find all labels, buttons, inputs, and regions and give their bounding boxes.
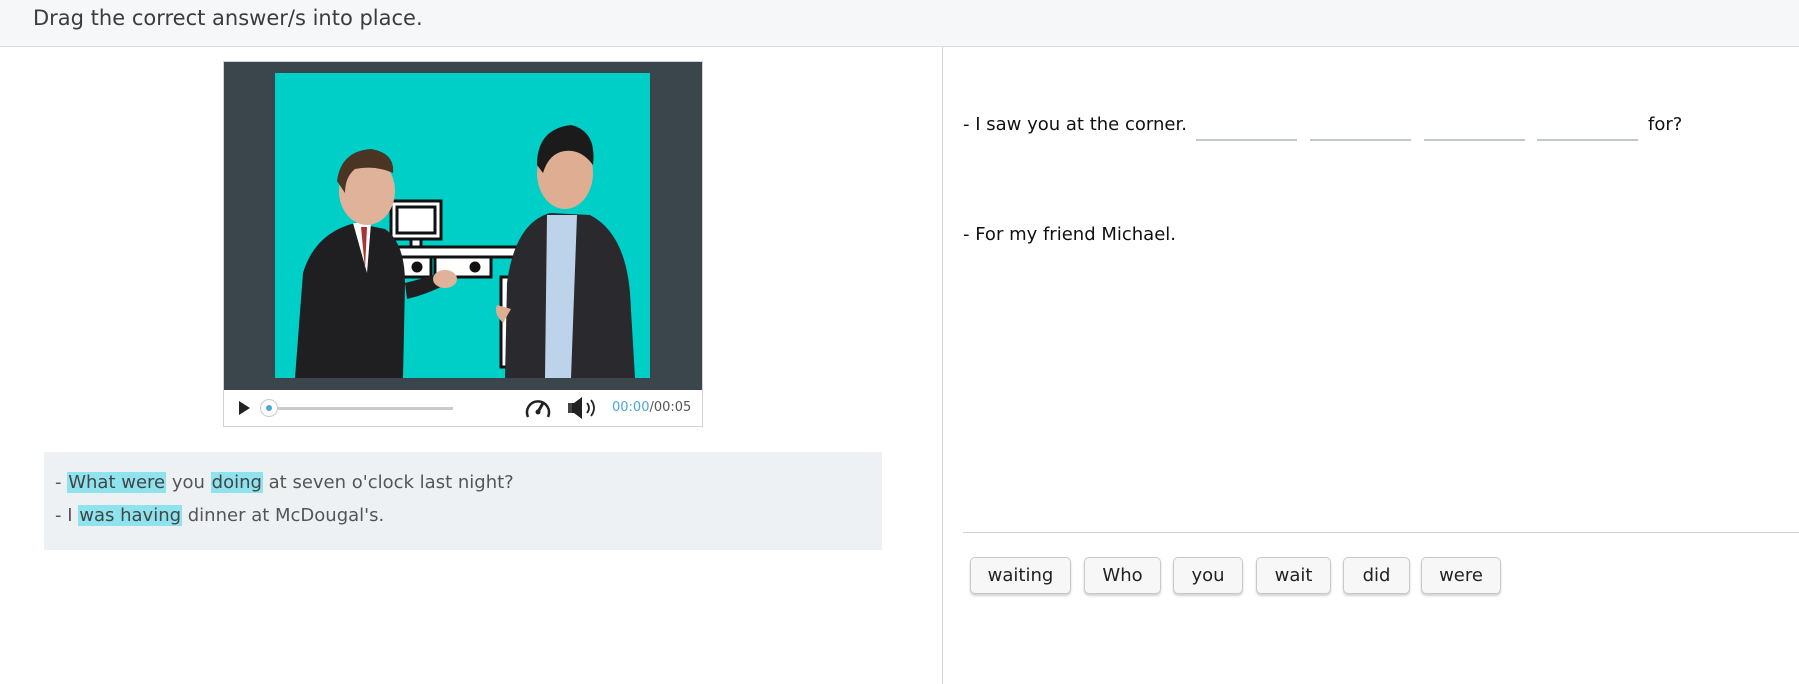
word-chip-you[interactable]: you [1173,557,1243,594]
drop-blank-1[interactable] [1196,110,1297,140]
highlight-what-were: What were [67,472,167,493]
speed-icon [525,400,551,418]
video-still-image [295,125,635,378]
volume-icon [568,397,595,419]
man-right [495,125,635,378]
question-line-1-suffix: for? [1648,114,1683,135]
highlight-was-having: was having [78,505,183,526]
drop-blank-4[interactable] [1537,110,1638,140]
transcript-line-1: - What were you doing at seven o'clock l… [55,472,514,493]
drop-blank-2[interactable] [1310,110,1411,140]
man-left [295,149,457,378]
transcript-box: - What were you doing at seven o'clock l… [44,452,882,550]
word-chip-wait[interactable]: wait [1256,557,1331,594]
time-duration: 00:05 [653,400,692,415]
highlight-doing: doing [210,472,263,493]
drop-blank-1-underline [1196,139,1297,141]
volume-button[interactable] [566,395,598,421]
panel-divider [942,47,943,684]
video-screen[interactable] [224,62,702,390]
word-chip-were[interactable]: were [1421,557,1501,594]
word-chip-did[interactable]: did [1343,557,1410,594]
instruction-text: Drag the correct answer/s into place. [33,6,423,30]
line-prefix: - [55,472,68,493]
video-player: 00:00/00:05 [223,61,703,427]
play-button[interactable] [235,399,253,417]
progress-track[interactable] [264,407,453,410]
time-current: 00:00 [612,400,650,415]
line-text: at seven o'clock last night? [262,472,514,493]
line-text: dinner at McDougal's. [182,505,385,526]
word-chip-waiting[interactable]: waiting [970,557,1071,594]
line-text: you [166,472,211,493]
drop-blank-3[interactable] [1424,110,1525,140]
line-prefix: - I [55,505,79,526]
progress-thumb[interactable] [260,399,278,417]
drop-blank-2-underline [1310,139,1411,141]
transcript-line-2: - I was having dinner at McDougal's. [55,505,384,526]
word-bank-divider [963,532,1799,533]
time-display: 00:00/00:05 [612,400,691,415]
drop-blank-3-underline [1424,139,1525,141]
question-line-1-prefix: - I saw you at the corner. [963,114,1187,135]
word-chip-who[interactable]: Who [1084,557,1161,594]
video-frame [275,73,650,378]
playback-speed-button[interactable] [524,395,552,421]
question-line-2: - For my friend Michael. [963,224,1177,245]
player-controls: 00:00/00:05 [224,390,702,426]
drop-blank-4-underline [1537,139,1638,141]
play-icon [239,401,250,415]
instruction-bar: Drag the correct answer/s into place. [0,0,1799,47]
